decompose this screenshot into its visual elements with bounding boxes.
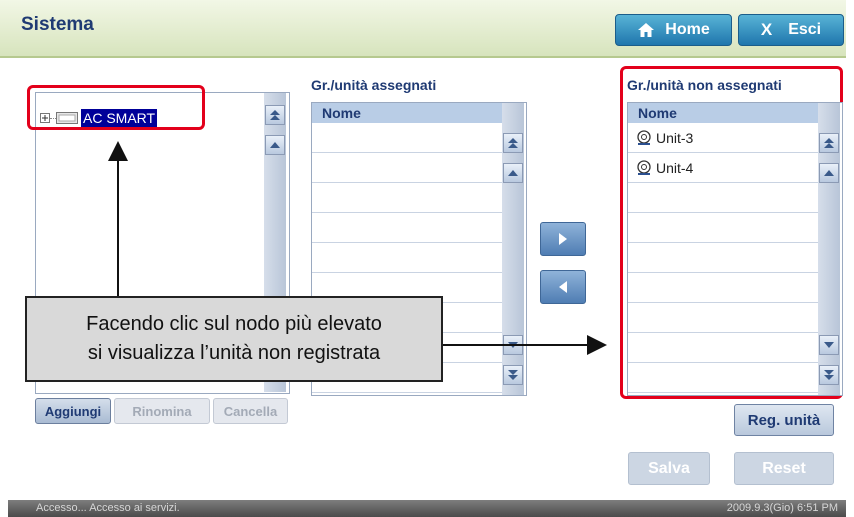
list-item[interactable] <box>628 333 818 363</box>
unassigned-title: Gr./unità non assegnati <box>627 77 782 93</box>
register-unit-button[interactable]: Reg. unità <box>734 404 834 436</box>
indoor-unit-icon <box>637 159 651 175</box>
list-item[interactable] <box>628 303 818 333</box>
add-button[interactable]: Aggiungi <box>35 398 111 424</box>
scroll-up-button[interactable] <box>265 135 285 155</box>
double-up-icon <box>824 138 834 148</box>
unit-name: Unit-4 <box>656 159 694 176</box>
scroll-down-button[interactable] <box>819 335 839 355</box>
reset-button[interactable]: Reset <box>734 452 834 485</box>
close-icon: X <box>760 20 773 39</box>
assigned-scrollbar[interactable] <box>502 103 524 395</box>
up-icon <box>270 142 280 148</box>
scroll-top-button[interactable] <box>819 133 839 153</box>
scroll-bottom-button[interactable] <box>819 365 839 385</box>
list-item[interactable] <box>312 213 502 243</box>
delete-button[interactable]: Cancella <box>213 398 288 424</box>
home-button[interactable]: Home <box>615 14 732 46</box>
list-item[interactable] <box>312 123 502 153</box>
callout-line-1: Facendo clic sul nodo più elevato <box>86 313 382 335</box>
title-bar: Sistema Home X Esci <box>0 0 846 58</box>
list-item[interactable]: Unit-3 <box>628 123 818 153</box>
status-datetime: 2009.9.3(Gio) 6:51 PM <box>726 502 838 514</box>
list-item[interactable] <box>312 243 502 273</box>
highlight-tree-node <box>27 85 205 130</box>
scroll-top-button[interactable] <box>503 133 523 153</box>
exit-button[interactable]: X Esci <box>738 14 844 46</box>
list-item[interactable] <box>312 153 502 183</box>
scroll-top-button[interactable] <box>265 105 285 125</box>
scroll-up-button[interactable] <box>819 163 839 183</box>
callout-box: Facendo clic sul nodo più elevato si vis… <box>25 296 443 382</box>
list-item[interactable] <box>312 183 502 213</box>
status-message: Accesso... Accesso ai servizi. <box>36 502 180 514</box>
double-up-icon <box>508 138 518 148</box>
scroll-up-button[interactable] <box>503 163 523 183</box>
status-bar: Accesso... Accesso ai servizi. 2009.9.3(… <box>8 500 846 517</box>
page-title: Sistema <box>21 14 94 35</box>
home-icon <box>638 23 655 37</box>
save-button[interactable]: Salva <box>628 452 710 485</box>
up-icon <box>824 170 834 176</box>
exit-label: Esci <box>788 21 822 38</box>
unassigned-scrollbar[interactable] <box>818 103 840 395</box>
double-down-icon <box>824 370 834 380</box>
home-label: Home <box>665 21 710 38</box>
indoor-unit-icon <box>637 129 651 145</box>
move-left-button[interactable] <box>540 270 586 304</box>
callout-line-2: si visualizza l’unità non registrata <box>87 342 381 364</box>
list-item[interactable] <box>628 243 818 273</box>
list-item[interactable] <box>628 213 818 243</box>
list-item[interactable]: Unit-4 <box>628 153 818 183</box>
down-icon <box>824 342 834 348</box>
assigned-column-header: Nome <box>312 103 502 123</box>
list-item[interactable] <box>628 363 818 393</box>
unit-name: Unit-3 <box>656 129 694 146</box>
unassigned-list: Nome Unit-3 Unit-4 <box>627 102 843 396</box>
rename-button[interactable]: Rinomina <box>114 398 210 424</box>
double-up-icon <box>270 110 280 120</box>
list-item[interactable] <box>628 273 818 303</box>
list-item[interactable] <box>628 183 818 213</box>
scroll-bottom-button[interactable] <box>503 365 523 385</box>
left-arrow-icon <box>559 281 567 293</box>
move-right-button[interactable] <box>540 222 586 256</box>
unassigned-column-header: Nome <box>628 103 818 123</box>
up-icon <box>508 170 518 176</box>
double-down-icon <box>508 370 518 380</box>
down-icon <box>508 342 518 348</box>
right-arrow-icon <box>559 233 567 245</box>
scroll-down-button[interactable] <box>503 335 523 355</box>
assigned-title: Gr./unità assegnati <box>311 77 437 93</box>
